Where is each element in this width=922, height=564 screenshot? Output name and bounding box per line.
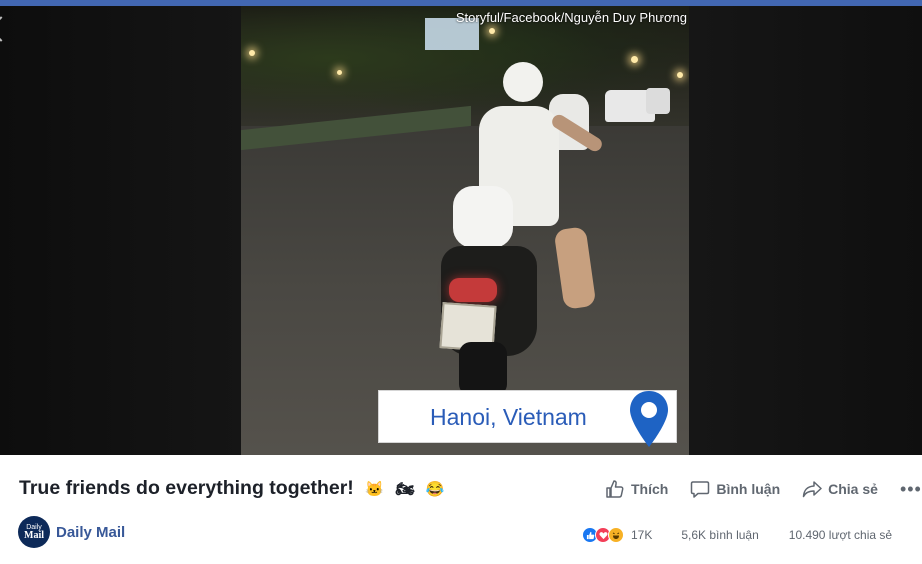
- video-rider-helmet: [503, 62, 543, 102]
- reaction-count[interactable]: 17K: [631, 528, 652, 542]
- cat-emoji-icon: 🐱: [365, 480, 384, 498]
- share-label: Chia sẻ: [828, 481, 878, 497]
- location-overlay: Hanoi, Vietnam: [378, 390, 677, 447]
- avatar-text-bottom: Mail: [24, 529, 44, 541]
- more-options-icon[interactable]: •••: [900, 479, 922, 500]
- viewer-left-panel: [0, 6, 241, 455]
- video-watermark: Storyful/Facebook/Nguyễn Duy Phương: [455, 10, 687, 25]
- post-caption: True friends do everything together! 🐱 🏍…: [19, 477, 444, 500]
- share-count[interactable]: 10.490 lượt chia sẻ: [789, 528, 892, 542]
- video-dog: [453, 186, 513, 248]
- street-light: [677, 72, 683, 78]
- share-arrow-icon: [802, 481, 822, 498]
- thumbs-up-icon: [606, 480, 624, 498]
- street-light: [489, 28, 495, 34]
- post-actions: Thích Bình luận Chia sẻ •••: [605, 478, 922, 500]
- street-light: [631, 56, 638, 63]
- motorcycle-emoji-icon: 🏍: [395, 480, 415, 498]
- video-frame[interactable]: Storyful/Facebook/Nguyễn Duy Phương Hano…: [241, 6, 689, 455]
- haha-reaction-icon: [608, 527, 624, 543]
- video-wheel: [459, 342, 507, 396]
- location-text: Hanoi, Vietnam: [430, 404, 587, 430]
- reaction-icons[interactable]: [582, 527, 624, 543]
- viewer-right-panel: [689, 6, 922, 455]
- video-viewer[interactable]: Storyful/Facebook/Nguyễn Duy Phương Hano…: [0, 6, 922, 455]
- comment-count[interactable]: 5,6K bình luận: [681, 528, 758, 542]
- post-stats: 17K 5,6K bình luận 10.490 lượt chia sẻ: [582, 527, 892, 543]
- comment-label: Bình luận: [716, 481, 781, 497]
- caption-text: True friends do everything together!: [19, 477, 354, 499]
- comment-bubble-icon: [691, 481, 710, 498]
- comment-button[interactable]: Bình luận: [690, 479, 780, 499]
- like-button[interactable]: Thích: [605, 479, 668, 499]
- street-light: [337, 70, 342, 75]
- video-car: [646, 88, 670, 114]
- location-pin-icon: [630, 391, 668, 447]
- page-name-link[interactable]: Daily Mail: [56, 524, 125, 541]
- share-button[interactable]: Chia sẻ: [802, 479, 878, 499]
- page-info: Daily Mail Daily Mail: [18, 516, 125, 548]
- street-light: [249, 50, 255, 56]
- like-label: Thích: [631, 481, 669, 497]
- laughing-emoji-icon: 😂: [425, 480, 445, 498]
- video-taillight: [449, 278, 497, 302]
- avatar[interactable]: Daily Mail: [18, 516, 50, 548]
